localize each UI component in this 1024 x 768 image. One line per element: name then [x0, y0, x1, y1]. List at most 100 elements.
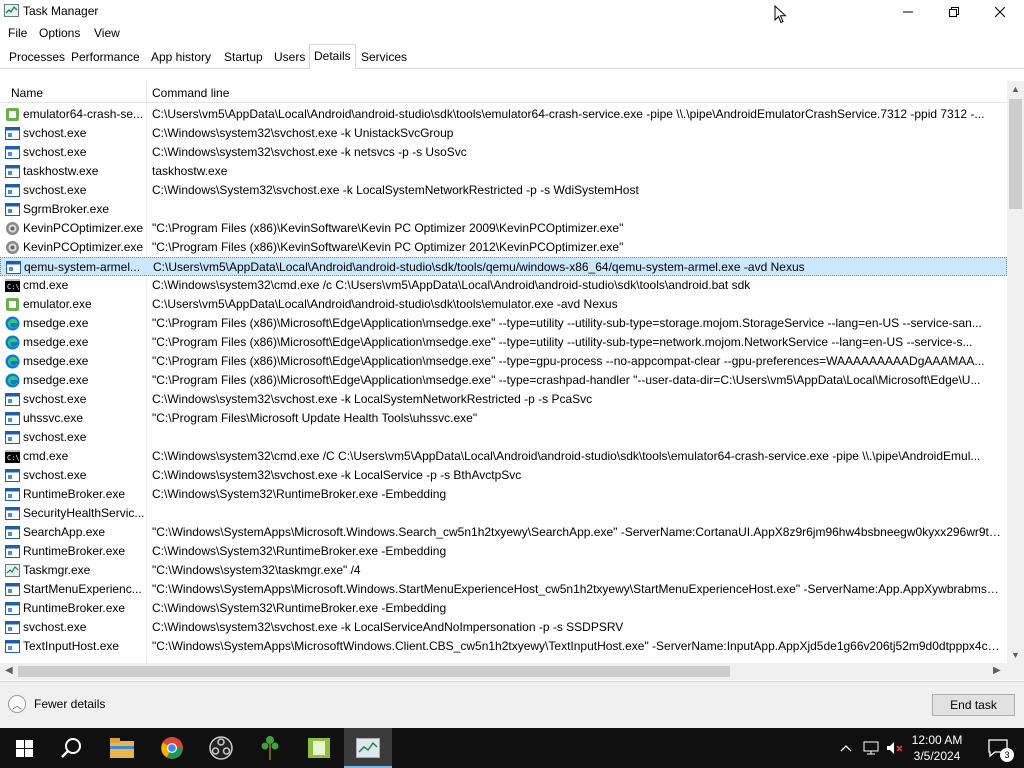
process-row[interactable]: msedge.exe "C:\Program Files (x86)\Micros… — [0, 371, 1007, 390]
menu-file[interactable]: File — [8, 26, 27, 40]
fewer-details-button[interactable]: ︿ Fewer details — [8, 695, 105, 713]
process-name: KevinPCOptimizer.exe — [23, 221, 144, 235]
process-row[interactable]: KevinPCOptimizer.exe "C:\Program Files (x… — [0, 238, 1007, 257]
window-process-icon — [5, 506, 20, 521]
process-row[interactable]: qemu-system-armel... C:\Users\vm5\AppData… — [0, 257, 1007, 276]
process-row[interactable]: RuntimeBroker.exe C:\Windows\System32\Run… — [0, 542, 1007, 561]
process-command-line: "C:\Program Files (x86)\Microsoft\Edge\A… — [152, 354, 985, 368]
clock-time: 12:00 AM — [911, 733, 963, 747]
network-tray-button[interactable] — [860, 728, 882, 768]
window-process-icon — [5, 164, 20, 179]
column-header-name[interactable]: Name — [11, 86, 43, 100]
process-row[interactable]: emulator.exe C:\Users\vm5\AppData\Local\A… — [0, 295, 1007, 314]
search-button[interactable] — [48, 728, 96, 768]
end-task-button[interactable]: End task — [932, 694, 1015, 716]
process-row[interactable]: C:\ cmd.exe C:\Windows\system32\cmd.exe /C… — [0, 447, 1007, 466]
process-row[interactable]: SgrmBroker.exe — [0, 200, 1007, 219]
tab-details[interactable]: Details — [309, 44, 356, 69]
taskbar-task-manager[interactable] — [344, 728, 392, 768]
tab-services[interactable]: Services — [356, 46, 412, 69]
optimizer-gear-icon — [5, 240, 20, 255]
taskbar-green-app[interactable] — [295, 728, 343, 768]
process-name: Taskmgr.exe — [23, 563, 91, 577]
close-button[interactable] — [977, 0, 1023, 23]
volume-tray-button[interactable] — [884, 728, 906, 768]
maximize-button[interactable] — [931, 0, 977, 23]
show-hidden-icons[interactable] — [836, 728, 856, 768]
tab-startup[interactable]: Startup — [219, 46, 268, 69]
taskmgr-icon — [5, 563, 20, 578]
process-name: svchost.exe — [23, 126, 87, 140]
column-header-row: Name Command line — [0, 81, 1024, 103]
taskbar-obs[interactable] — [197, 728, 245, 768]
start-button[interactable] — [0, 728, 48, 768]
window-process-icon — [6, 260, 21, 275]
horizontal-scrollbar[interactable]: ◀ ▶ — [0, 663, 1007, 680]
process-row[interactable]: svchost.exe — [0, 428, 1007, 447]
notification-count-badge: 3 — [1000, 748, 1014, 762]
column-header-command-line[interactable]: Command line — [152, 86, 229, 100]
process-row[interactable]: uhssvc.exe "C:\Program Files\Microsoft Up… — [0, 409, 1007, 428]
scroll-right-icon[interactable]: ▶ — [993, 665, 1001, 676]
process-command-line: C:\Windows\System32\RuntimeBroker.exe -E… — [152, 487, 447, 501]
notification-center-button[interactable]: 3 — [978, 728, 1018, 768]
process-row[interactable]: svchost.exe C:\Windows\system32\svchost.e… — [0, 124, 1007, 143]
clock[interactable]: 12:00 AM 3/5/2024 — [906, 732, 968, 764]
vertical-scroll-thumb[interactable] — [1009, 99, 1022, 209]
process-command-line: "C:\Program Files (x86)\Microsoft\Edge\A… — [152, 316, 982, 330]
menu-view[interactable]: View — [94, 26, 120, 40]
vertical-scrollbar[interactable]: ▲ ▼ — [1007, 81, 1024, 663]
process-row[interactable]: RuntimeBroker.exe C:\Windows\System32\Run… — [0, 599, 1007, 618]
tab-processes[interactable]: Processes — [4, 46, 70, 69]
window-process-icon — [5, 392, 20, 407]
tab-users[interactable]: Users — [269, 46, 310, 69]
process-name: svchost.exe — [23, 620, 87, 634]
edge-icon — [5, 373, 20, 388]
scroll-up-icon[interactable]: ▲ — [1011, 84, 1020, 94]
menu-options[interactable]: Options — [39, 26, 80, 40]
process-row[interactable]: svchost.exe C:\Windows\system32\svchost.e… — [0, 618, 1007, 637]
tab-bar: Processes Performance App history Startu… — [0, 44, 1024, 69]
process-row[interactable]: RuntimeBroker.exe C:\Windows\System32\Run… — [0, 485, 1007, 504]
process-row[interactable]: svchost.exe C:\Windows\system32\svchost.e… — [0, 390, 1007, 409]
process-name: SearchApp.exe — [23, 525, 106, 539]
taskbar-chrome[interactable] — [148, 728, 196, 768]
process-command-line: C:\Windows\System32\RuntimeBroker.exe -E… — [152, 601, 447, 615]
process-row[interactable]: msedge.exe "C:\Program Files (x86)\Micros… — [0, 352, 1007, 371]
process-row[interactable]: Taskmgr.exe "C:\Windows\system32\taskmgr.… — [0, 561, 1007, 580]
network-icon — [863, 741, 879, 755]
cmd-icon: C:\ — [5, 278, 20, 293]
tab-performance[interactable]: Performance — [66, 46, 145, 69]
process-command-line: C:\Windows\system32\svchost.exe -k netsv… — [152, 145, 467, 159]
taskbar-file-explorer[interactable] — [98, 728, 146, 768]
process-row[interactable]: svchost.exe C:\Windows\System32\svchost.e… — [0, 181, 1007, 200]
scroll-down-icon[interactable]: ▼ — [1011, 650, 1020, 660]
window-process-icon — [5, 183, 20, 198]
horizontal-scroll-thumb[interactable] — [18, 666, 730, 677]
process-row[interactable]: emulator64-crash-se... C:\Users\vm5\AppDa… — [0, 105, 1007, 124]
scroll-left-icon[interactable]: ◀ — [5, 665, 13, 676]
process-command-line: C:\Windows\system32\cmd.exe /c C:\Users\… — [152, 278, 751, 292]
minimize-button[interactable] — [885, 0, 931, 23]
process-row[interactable]: msedge.exe "C:\Program Files (x86)\Micros… — [0, 314, 1007, 333]
process-row[interactable]: C:\ cmd.exe C:\Windows\system32\cmd.exe /c… — [0, 276, 1007, 295]
process-row[interactable]: svchost.exe C:\Windows\system32\svchost.e… — [0, 466, 1007, 485]
green-app-icon — [308, 738, 330, 758]
process-command-line: C:\Users\vm5\AppData\Local\Android\andro… — [152, 297, 618, 311]
column-divider[interactable] — [146, 81, 147, 103]
process-row[interactable]: TextInputHost.exe "C:\Windows\SystemApps\… — [0, 637, 1007, 656]
process-name: emulator.exe — [23, 297, 92, 311]
taskbar: 12:00 AM 3/5/2024 3 — [0, 728, 1024, 768]
taskbar-android-tree[interactable] — [246, 728, 294, 768]
process-row[interactable]: KevinPCOptimizer.exe "C:\Program Files (x… — [0, 219, 1007, 238]
process-row[interactable]: StartMenuExperienc... "C:\Windows\SystemA… — [0, 580, 1007, 599]
process-row[interactable]: SearchApp.exe "C:\Windows\SystemApps\Micr… — [0, 523, 1007, 542]
process-row[interactable]: msedge.exe "C:\Program Files (x86)\Micros… — [0, 333, 1007, 352]
process-row[interactable]: SecurityHealthServic... — [0, 504, 1007, 523]
process-row[interactable]: svchost.exe C:\Windows\system32\svchost.e… — [0, 143, 1007, 162]
edge-icon — [5, 316, 20, 331]
optimizer-gear-icon — [5, 221, 20, 236]
tab-app-history[interactable]: App history — [146, 46, 216, 69]
window-process-icon — [5, 430, 20, 445]
process-row[interactable]: taskhostw.exe taskhostw.exe — [0, 162, 1007, 181]
